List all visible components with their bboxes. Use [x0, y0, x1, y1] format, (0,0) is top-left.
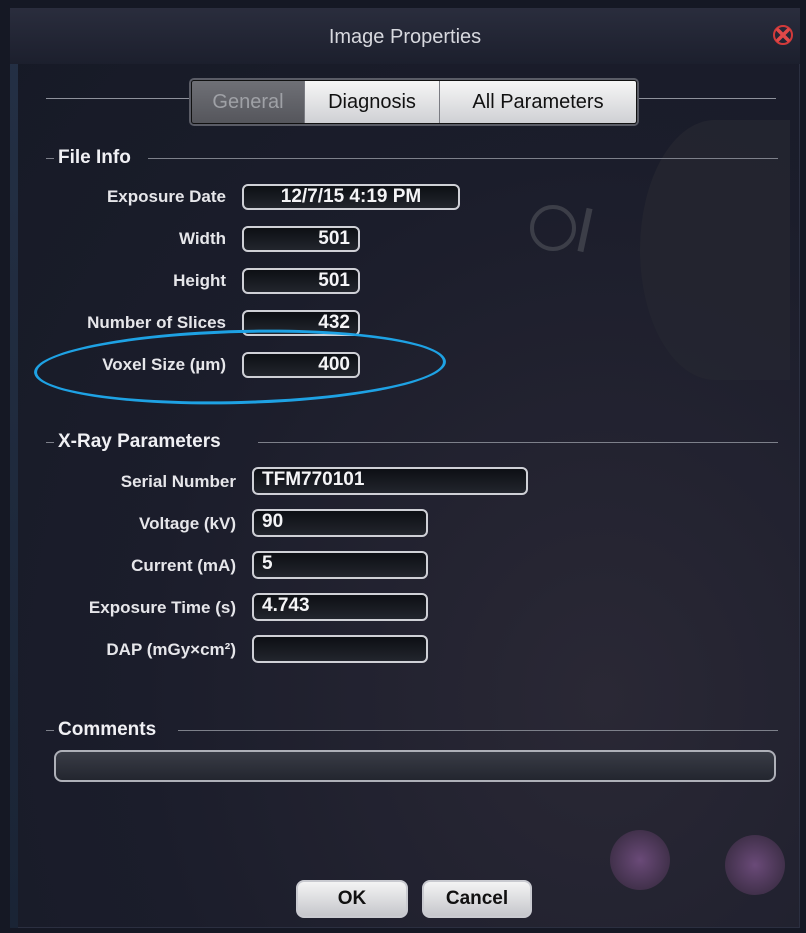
width-label: Width: [178, 229, 226, 248]
cancel-button[interactable]: Cancel: [422, 880, 532, 918]
xray-parameters-heading: X-Ray Parameters: [58, 431, 221, 452]
height-label: Height: [173, 271, 226, 290]
exposure-date-label: Exposure Date: [106, 187, 226, 206]
group-line: [178, 730, 778, 731]
number-of-slices-label: Number of Slices: [87, 313, 226, 332]
comments-field[interactable]: [54, 750, 776, 782]
serial-number-field[interactable]: TFM770101: [252, 467, 528, 495]
background-knob-decoration: [610, 830, 670, 890]
background-knob-decoration: [725, 835, 785, 895]
tab-bar: General Diagnosis All Parameters: [191, 80, 637, 124]
title-bar: Image Properties: [10, 8, 800, 64]
dap-field[interactable]: [252, 635, 428, 663]
tab-diagnosis[interactable]: Diagnosis: [305, 81, 440, 123]
dap-label: DAP (mGy×cm²): [106, 640, 236, 659]
current-label: Current (mA): [131, 556, 236, 575]
height-field[interactable]: 501: [242, 268, 360, 294]
group-line: [46, 158, 54, 159]
voltage-field[interactable]: 90: [252, 509, 428, 537]
window-edge: [10, 8, 18, 928]
group-line: [46, 442, 54, 443]
current-field[interactable]: 5: [252, 551, 428, 579]
voltage-label: Voltage (kV): [139, 514, 236, 533]
group-line: [258, 442, 778, 443]
background-face-decoration: [640, 120, 790, 380]
tab-divider-right: [636, 98, 776, 99]
ok-button[interactable]: OK: [296, 880, 408, 918]
serial-number-label: Serial Number: [120, 472, 236, 491]
tab-divider-left: [46, 98, 191, 99]
dialog-title: Image Properties: [328, 26, 482, 48]
width-field[interactable]: 501: [242, 226, 360, 252]
exposure-time-label: Exposure Time (s): [88, 598, 236, 617]
group-line: [46, 730, 54, 731]
comments-heading: Comments: [58, 719, 157, 740]
tab-all-parameters[interactable]: All Parameters: [440, 81, 636, 123]
background-ring-decoration: [530, 205, 576, 251]
exposure-time-field[interactable]: 4.743: [252, 593, 428, 621]
tab-general[interactable]: General: [192, 81, 305, 123]
close-icon[interactable]: [770, 22, 796, 48]
group-line: [148, 158, 778, 159]
file-info-heading: File Info: [58, 147, 131, 168]
exposure-date-field[interactable]: 12/7/15 4:19 PM: [242, 184, 460, 210]
